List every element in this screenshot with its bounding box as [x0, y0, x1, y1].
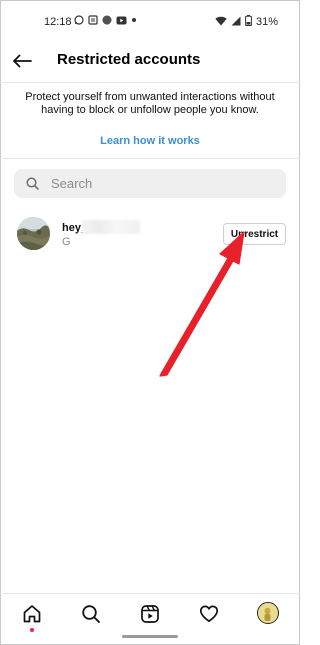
- search-icon: [82, 605, 100, 623]
- search-bar[interactable]: [14, 169, 286, 198]
- profile-avatar[interactable]: [257, 602, 279, 624]
- blurred-username-area: [82, 220, 140, 234]
- nav-home[interactable]: [20, 602, 44, 626]
- reels-icon: [141, 605, 159, 623]
- nav-search[interactable]: [79, 602, 103, 626]
- restricted-account-row[interactable]: hey_ G Unrestrict: [0, 214, 300, 256]
- wifi-icon: [215, 16, 227, 29]
- status-time: 12:18: [44, 16, 72, 28]
- back-button[interactable]: [10, 50, 34, 72]
- news-icon: [88, 15, 98, 25]
- youtube-icon: [116, 16, 127, 25]
- info-description: Protect yourself from unwanted interacti…: [25, 91, 275, 116]
- notification-dot: [30, 628, 34, 632]
- account-fullname: G: [62, 236, 71, 248]
- heart-icon: [199, 605, 219, 623]
- info-divider: [0, 158, 300, 159]
- unrestrict-button[interactable]: Unrestrict: [223, 223, 286, 245]
- learn-how-it-works-link[interactable]: Learn how it works: [0, 135, 300, 147]
- system-icons: 31%: [215, 15, 278, 29]
- signal-icon: [231, 16, 241, 29]
- battery-icon: [245, 15, 252, 29]
- battery-percent: 31%: [255, 16, 278, 28]
- page-title: Restricted accounts: [57, 51, 201, 68]
- pinwheel-icon: [102, 15, 112, 25]
- bottom-navigation: [0, 594, 300, 634]
- account-avatar[interactable]: [17, 217, 50, 250]
- notification-icons: [74, 15, 137, 25]
- search-input[interactable]: [49, 175, 273, 192]
- whatsapp-icon: [74, 15, 84, 25]
- header-divider: [0, 82, 300, 83]
- nav-activity[interactable]: [197, 602, 221, 626]
- status-bar: 12:18 31%: [0, 0, 300, 40]
- nav-reels[interactable]: [138, 602, 162, 626]
- gesture-navigation-bar: [122, 635, 178, 638]
- search-icon: [25, 177, 39, 191]
- dot-icon: [131, 17, 137, 23]
- home-icon: [23, 605, 41, 623]
- back-arrow-icon: [13, 54, 32, 68]
- app-header: Restricted accounts: [0, 42, 300, 80]
